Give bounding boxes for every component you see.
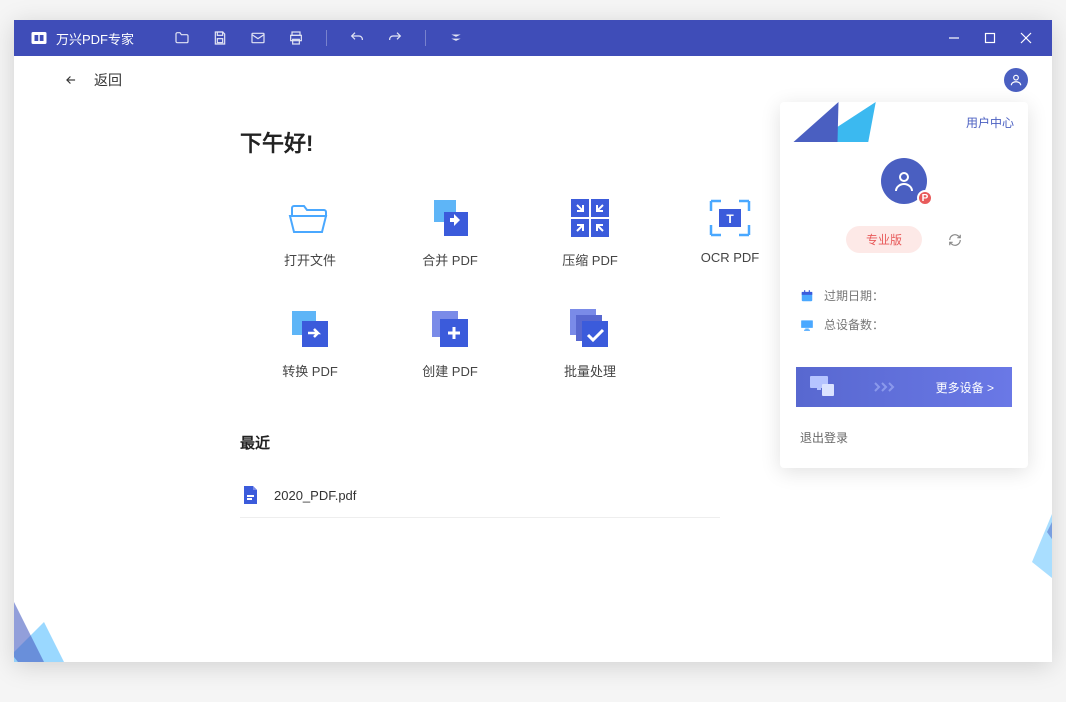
recent-file-item[interactable]: 2020_PDF.pdf [240,477,720,518]
svg-text:T: T [726,212,734,226]
save-icon[interactable] [212,30,228,46]
action-compress-pdf[interactable]: 压缩 PDF [520,198,660,269]
ocr-icon: T [708,198,752,238]
menu-icon[interactable] [448,30,464,46]
action-label: 转换 PDF [282,361,338,380]
back-label: 返回 [94,70,122,90]
batch-icon [568,309,612,349]
action-label: 合并 PDF [422,250,478,269]
calendar-icon [800,289,814,303]
folder-open-icon [288,198,332,238]
pro-avatar-badge: P [917,190,933,206]
redo-icon[interactable] [387,30,403,46]
merge-icon [428,198,472,238]
corner-decoration-icon [1022,442,1052,602]
action-label: OCR PDF [701,250,760,265]
pdf-file-icon [240,485,260,505]
action-create-pdf[interactable]: 创建 PDF [380,309,520,380]
action-convert-pdf[interactable]: 转换 PDF [240,309,380,380]
action-label: 打开文件 [284,250,336,269]
more-devices-button[interactable]: 更多设备 > [796,367,1012,407]
more-devices-label: 更多设备 > [936,379,994,396]
user-panel: 用户中心 P 专业版 过期日期： [780,102,1028,468]
monitor-icon [800,318,814,332]
action-batch[interactable]: 批量处理 [520,309,660,380]
devices-label: 总设备数： [824,316,884,333]
expiry-label: 过期日期： [824,287,884,304]
close-button[interactable] [1008,20,1044,56]
action-merge-pdf[interactable]: 合并 PDF [380,198,520,269]
devices-row: 总设备数： [800,316,1008,333]
back-button[interactable]: 返回 [62,70,1012,90]
create-icon [428,309,472,349]
divider [425,30,426,46]
user-account-button[interactable] [1004,68,1028,92]
corner-decoration-icon [14,562,104,662]
app-logo-icon [30,29,48,47]
devices-banner-icon [808,376,836,398]
action-ocr-pdf[interactable]: T OCR PDF [660,198,800,269]
pro-badge: 专业版 [846,226,922,253]
logout-button[interactable]: 退出登录 [780,411,1028,468]
user-avatar-icon: P [881,158,927,204]
action-open-file[interactable]: 打开文件 [240,198,380,269]
recent-file-name: 2020_PDF.pdf [274,488,356,503]
compress-icon [568,198,612,238]
mail-icon[interactable] [250,30,266,46]
print-icon[interactable] [288,30,304,46]
action-label: 压缩 PDF [562,250,618,269]
user-center-link[interactable]: 用户中心 [966,114,1014,131]
divider [326,30,327,46]
maximize-button[interactable] [972,20,1008,56]
action-label: 创建 PDF [422,361,478,380]
chevrons-icon [873,381,899,393]
app-title: 万兴PDF专家 [56,29,134,48]
folder-icon[interactable] [174,30,190,46]
convert-icon [288,309,332,349]
minimize-button[interactable] [936,20,972,56]
action-label: 批量处理 [564,361,616,380]
refresh-icon[interactable] [948,233,962,247]
expiry-row: 过期日期： [800,287,1008,304]
undo-icon[interactable] [349,30,365,46]
title-bar: 万兴PDF专家 [14,20,1052,56]
